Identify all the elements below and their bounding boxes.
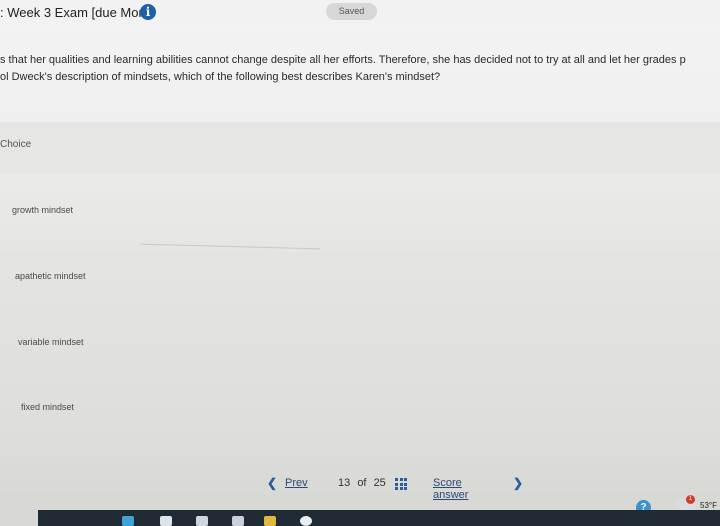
choice-header: Choice bbox=[0, 139, 32, 150]
of-label: of bbox=[357, 477, 367, 489]
chevron-right-icon[interactable]: ❯ bbox=[513, 476, 523, 490]
option-variable-mindset[interactable]: variable mindset bbox=[18, 337, 84, 347]
option-fixed-mindset[interactable]: fixed mindset bbox=[21, 402, 74, 412]
exam-header: : Week 3 Exam [due Mon] i Saved bbox=[0, 0, 720, 28]
chevron-left-icon[interactable]: ❮ bbox=[267, 476, 277, 490]
total-questions: 25 bbox=[373, 477, 386, 489]
choice-header-band bbox=[0, 122, 720, 174]
question-text: s that her qualities and learning abilit… bbox=[0, 52, 720, 86]
exam-title: : Week 3 Exam [due Mon] bbox=[0, 5, 150, 20]
temperature-readout: 53°F bbox=[700, 501, 717, 510]
option-growth-mindset[interactable]: growth mindset bbox=[12, 205, 73, 215]
question-line-2: ol Dweck's description of mindsets, whic… bbox=[0, 71, 441, 83]
weather-alert-badge: 1 bbox=[686, 495, 695, 504]
question-line-1: s that her qualities and learning abilit… bbox=[0, 54, 686, 66]
current-question-number: 13 bbox=[338, 477, 351, 489]
taskbar-browser-icon[interactable] bbox=[300, 516, 312, 526]
option-apathetic-mindset[interactable]: apathetic mindset bbox=[15, 271, 86, 281]
taskbar-app-icon[interactable] bbox=[232, 516, 244, 526]
taskbar bbox=[38, 510, 720, 526]
score-answer-button[interactable]: Score answer bbox=[433, 477, 468, 501]
screen-smudge bbox=[140, 243, 320, 250]
taskbar-app-icon[interactable] bbox=[160, 516, 172, 526]
question-grid-icon[interactable] bbox=[395, 478, 407, 490]
info-circle-icon[interactable]: i bbox=[140, 4, 156, 20]
taskbar-app-icon[interactable] bbox=[196, 516, 208, 526]
taskbar-folder-icon[interactable] bbox=[264, 516, 276, 526]
page-counter: 13 of 25 bbox=[338, 477, 386, 489]
taskbar-app-icon[interactable] bbox=[122, 516, 134, 526]
saved-status-badge: Saved bbox=[326, 3, 377, 20]
prev-button[interactable]: Prev bbox=[285, 477, 308, 489]
